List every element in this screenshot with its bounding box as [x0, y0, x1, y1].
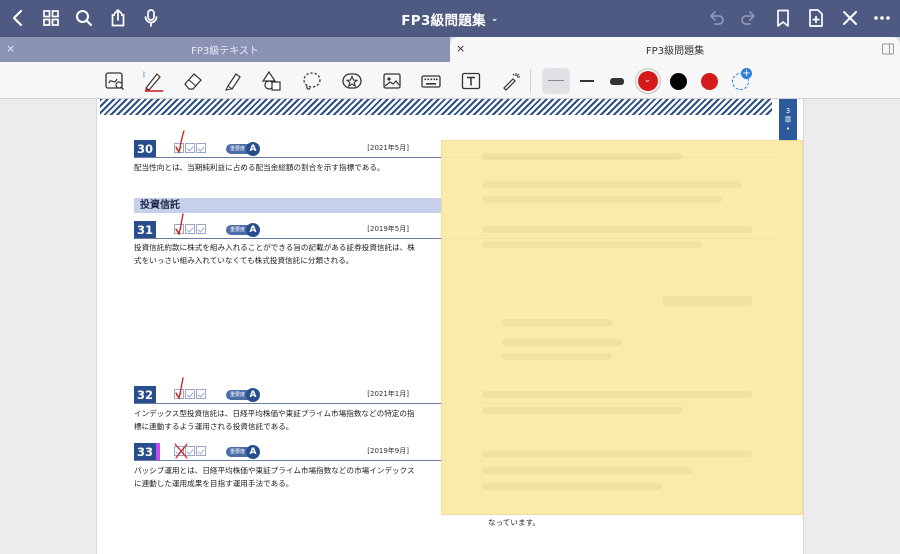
question-number: 31	[134, 221, 156, 238]
hidden-answer-line	[502, 339, 622, 346]
laser-pointer-icon[interactable]	[498, 68, 524, 94]
tab-close-icon[interactable]: ×	[456, 42, 465, 55]
eraser-icon[interactable]	[180, 68, 206, 94]
check-box[interactable]	[174, 389, 184, 399]
hidden-answer-line	[482, 241, 702, 248]
split-view-icon[interactable]	[882, 43, 894, 55]
document-title[interactable]: FP3級問題集 ⌄	[0, 0, 900, 37]
lasso-icon[interactable]	[299, 68, 325, 94]
top-navigation-bar: FP3級問題集 ⌄	[0, 0, 900, 37]
stroke-thick-option[interactable]	[604, 68, 630, 94]
hidden-answer-line	[482, 153, 682, 160]
importance-badge: 重要度 A	[226, 445, 261, 459]
image-icon[interactable]	[379, 68, 405, 94]
highlighter-icon[interactable]	[220, 68, 246, 94]
stroke-thin-selected[interactable]	[542, 68, 570, 94]
pen-icon[interactable]: ᛒ	[140, 68, 166, 94]
redo-icon[interactable]	[737, 6, 761, 30]
add-page-icon[interactable]	[804, 6, 828, 30]
check-box[interactable]	[196, 143, 206, 153]
drawing-toolbar: ᛒ ⌄ +	[0, 62, 900, 99]
check-box[interactable]	[174, 446, 184, 456]
importance-badge: 重要度 A	[226, 223, 261, 237]
color-black[interactable]	[670, 73, 687, 90]
checkbox-group	[174, 446, 206, 456]
hidden-answer-line	[502, 319, 612, 327]
tab-fp3-text[interactable]: × FP3級テキスト	[0, 37, 450, 62]
textbox-icon[interactable]	[458, 68, 484, 94]
question-text-33: パッシブ運用とは、日経平均株価や東証プライム市場指数などの市場インデックス に連…	[134, 466, 415, 488]
check-box[interactable]	[174, 224, 184, 234]
grid-view-icon[interactable]	[39, 6, 63, 30]
hidden-answer-line	[482, 181, 742, 188]
check-box[interactable]	[185, 224, 195, 234]
color-red-selected[interactable]: ⌄	[638, 71, 658, 91]
section-heading: 投資信託	[134, 198, 442, 213]
tab-fp3-questions[interactable]: × FP3級問題集	[450, 37, 900, 62]
tab-label[interactable]: FP3級問題集	[646, 42, 704, 57]
chevron-down-icon: ⌄	[644, 75, 651, 84]
hidden-answer-line	[482, 226, 752, 233]
hidden-answer-line	[502, 353, 612, 360]
back-icon[interactable]	[6, 6, 30, 30]
check-box[interactable]	[196, 389, 206, 399]
share-icon[interactable]	[106, 6, 130, 30]
checkbox-group	[174, 143, 206, 153]
search-icon[interactable]	[72, 6, 96, 30]
hidden-answer-line	[662, 296, 752, 306]
toolbar-separator	[530, 69, 531, 93]
hidden-answer-line	[482, 467, 692, 474]
microphone-icon[interactable]	[139, 6, 163, 30]
close-icon[interactable]	[838, 6, 862, 30]
sticker-icon[interactable]	[339, 68, 365, 94]
lasso-zoom-icon[interactable]	[102, 68, 128, 94]
question-number: 33	[134, 443, 156, 460]
check-box[interactable]	[196, 446, 206, 456]
title-chevron-icon[interactable]: ⌄	[491, 14, 499, 24]
bookmark-icon[interactable]	[771, 6, 795, 30]
exam-date: [2021年5月]	[367, 144, 409, 152]
plus-icon: +	[741, 68, 752, 79]
svg-text:ᛒ: ᛒ	[142, 71, 146, 79]
check-box[interactable]	[196, 224, 206, 234]
checkbox-group	[174, 389, 206, 399]
hidden-answer-line	[482, 451, 752, 458]
hidden-answer-line	[482, 407, 682, 414]
question-text-32: インデックス型投資信託は、日経平均株価や東証プライム市場指数などの特定の指 標に…	[134, 409, 415, 431]
sticky-note[interactable]	[441, 140, 803, 515]
importance-badge: 重要度 A	[226, 142, 261, 156]
hidden-answer-line	[482, 391, 752, 398]
add-color-button[interactable]: +	[732, 68, 752, 90]
more-options-icon[interactable]	[870, 6, 894, 30]
exam-date: [2021年1月]	[367, 390, 409, 398]
exam-date: [2019年9月]	[367, 447, 409, 455]
color-red[interactable]	[701, 73, 718, 90]
check-box[interactable]	[185, 389, 195, 399]
importance-badge: 重要度 A	[226, 388, 261, 402]
question-text-30: 配当性向とは、当期純利益に占める配当金総額の割合を示す指標である。	[134, 163, 385, 172]
question-text-31: 投資信託約款に株式を組み入れることができる旨の記載がある証券投資信託は、株 式を…	[134, 243, 415, 265]
shapes-icon[interactable]	[259, 68, 285, 94]
stroke-medium-option[interactable]	[574, 68, 600, 94]
question-number: 30	[134, 140, 156, 157]
check-box[interactable]	[185, 143, 195, 153]
check-box[interactable]	[185, 446, 195, 456]
checkbox-group	[174, 224, 206, 234]
tab-label[interactable]: FP3級テキスト	[191, 42, 259, 57]
hidden-answer-line	[482, 483, 662, 490]
question-number: 32	[134, 386, 156, 403]
hidden-answer-line	[482, 196, 722, 203]
tab-close-icon[interactable]: ×	[6, 42, 15, 55]
answer-footer-text: なっています。	[488, 518, 541, 527]
exam-date: [2019年5月]	[367, 225, 409, 233]
keyboard-icon[interactable]	[418, 68, 444, 94]
page-index-tab[interactable]: 3 章 •	[779, 99, 797, 141]
undo-icon[interactable]	[704, 6, 728, 30]
check-box[interactable]	[174, 143, 184, 153]
tab-bar: × FP3級テキスト × FP3級問題集	[0, 37, 900, 62]
page-header-hatch	[100, 99, 772, 115]
